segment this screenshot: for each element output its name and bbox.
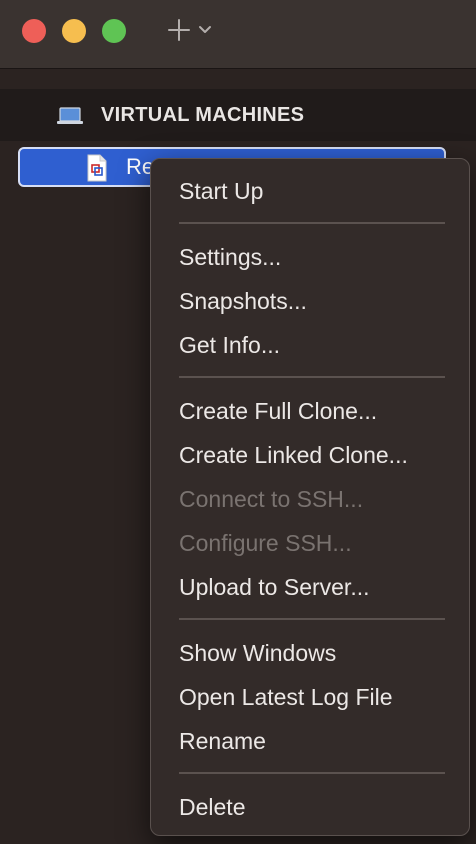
- menu-item-get-info[interactable]: Get Info...: [151, 325, 469, 365]
- section-title: VIRTUAL MACHINES: [101, 104, 305, 126]
- maximize-window-button[interactable]: [102, 19, 126, 43]
- menu-item-create-full-clone[interactable]: Create Full Clone...: [151, 391, 469, 431]
- minimize-window-button[interactable]: [62, 19, 86, 43]
- menu-item-upload-to-server[interactable]: Upload to Server...: [151, 567, 469, 607]
- menu-item-create-linked-clone[interactable]: Create Linked Clone...: [151, 435, 469, 475]
- menu-separator: [179, 618, 445, 620]
- add-vm-button[interactable]: [168, 14, 212, 46]
- vm-document-icon: [87, 154, 107, 182]
- menu-separator: [179, 772, 445, 774]
- menu-separator: [179, 376, 445, 378]
- menu-item-settings[interactable]: Settings...: [151, 237, 469, 277]
- menu-item-delete[interactable]: Delete: [151, 787, 469, 827]
- menu-item-open-latest-log-file[interactable]: Open Latest Log File: [151, 677, 469, 717]
- menu-item-show-windows[interactable]: Show Windows: [151, 633, 469, 673]
- menu-separator: [179, 222, 445, 224]
- menu-item-configure-ssh: Configure SSH...: [179, 530, 352, 556]
- context-menu: Start Up Settings... Snapshots... Get Info.…: [150, 158, 470, 836]
- chevron-down-icon: [199, 26, 211, 33]
- menu-item-start-up[interactable]: Start Up: [151, 171, 469, 211]
- menu-item-rename[interactable]: Rename: [151, 721, 469, 761]
- laptop-icon: [57, 107, 83, 124]
- menu-item-snapshots[interactable]: Snapshots...: [151, 281, 469, 321]
- close-window-button[interactable]: [22, 19, 46, 43]
- section-header-virtual-machines: VIRTUAL MACHINES: [0, 89, 476, 141]
- plus-icon: [168, 19, 190, 41]
- app-window: VIRTUAL MACHINES Re Start Up Settings... S…: [0, 0, 476, 844]
- title-bar: [0, 0, 476, 69]
- menu-item-connect-to-ssh: Connect to SSH...: [179, 486, 364, 512]
